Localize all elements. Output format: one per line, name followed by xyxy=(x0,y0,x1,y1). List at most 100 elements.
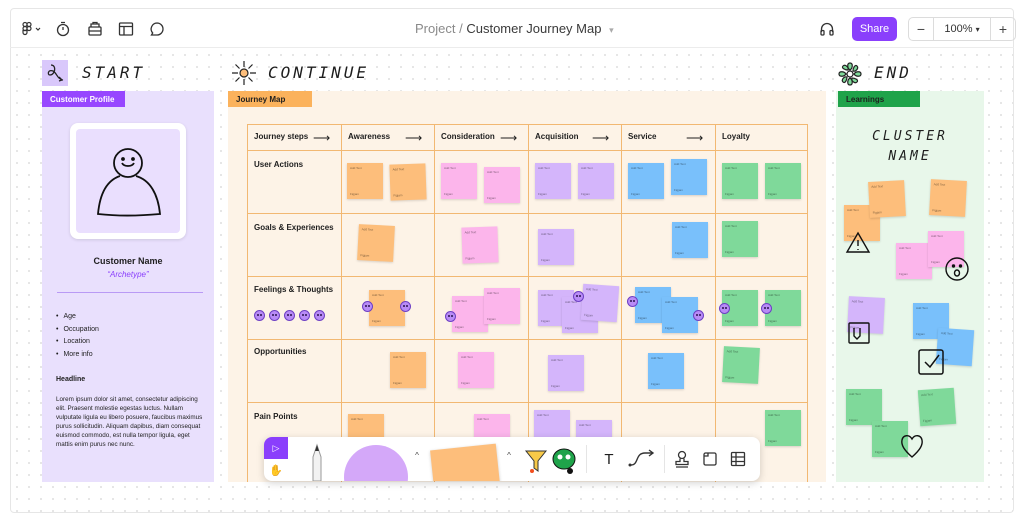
shape-tool-icon[interactable] xyxy=(344,445,408,481)
sticky-note[interactable]: Add Text Figjam xyxy=(578,163,614,199)
sticky-footer: Figjam xyxy=(768,192,778,196)
sticky-note[interactable]: Add Text Figjam xyxy=(357,224,395,262)
emoji-sticker[interactable] xyxy=(284,310,295,321)
headphones-icon[interactable] xyxy=(818,20,836,38)
library-icon[interactable] xyxy=(86,20,104,38)
sticky-note[interactable]: Add Text Figjam xyxy=(672,222,708,258)
table-tool-icon[interactable] xyxy=(726,447,750,471)
avatar xyxy=(76,129,180,233)
sticky-text: Add Text xyxy=(851,299,864,304)
grid-line xyxy=(247,213,808,214)
emoji-sticker[interactable] xyxy=(400,301,411,312)
grid-line xyxy=(434,124,435,482)
widget-tool-icon[interactable] xyxy=(550,445,578,475)
sticky-note[interactable]: Add Text Figjam xyxy=(484,288,520,324)
sticky-note[interactable]: Add Text Figjam xyxy=(461,226,499,264)
sticky-text: Add Text xyxy=(675,225,687,229)
select-tool-icon[interactable]: ▷ xyxy=(264,437,288,459)
grid-line xyxy=(247,276,808,277)
sticky-text: Add Text xyxy=(725,293,737,297)
journey-map-tag: Journey Map xyxy=(228,91,312,107)
sticky-text: Add Text xyxy=(920,392,933,398)
emoji-sticker[interactable] xyxy=(254,310,265,321)
sticky-note[interactable]: Add Text Figjam xyxy=(722,346,760,384)
sticky-note[interactable]: Add Text Figjam xyxy=(846,389,882,425)
row-header-feelings: Feelings & Thoughts xyxy=(254,285,334,294)
sticky-note[interactable]: Add Text Figjam xyxy=(917,387,957,427)
stamp-tool-icon[interactable] xyxy=(524,447,548,477)
share-button[interactable]: Share xyxy=(852,17,897,41)
text-tool-icon[interactable]: T xyxy=(594,447,624,471)
shape-chevron-up-icon[interactable]: ^ xyxy=(412,449,422,461)
sticky-note[interactable]: Add Text Figjam xyxy=(535,163,571,199)
layout-icon[interactable] xyxy=(117,20,135,38)
sticky-note[interactable]: Add Text Figjam xyxy=(628,163,664,199)
sticky-note[interactable]: Add Text Figjam xyxy=(929,179,967,217)
sticky-text: Add Text xyxy=(933,182,946,187)
emoji-sticker[interactable] xyxy=(761,303,772,314)
column-header-awareness: Awareness xyxy=(348,132,391,141)
sticky-note[interactable]: Add Text Figjam xyxy=(580,283,620,323)
stamp-icon[interactable] xyxy=(670,447,694,471)
sticky-text: Add Text xyxy=(444,166,456,170)
column-header-loyalty: Loyalty xyxy=(722,132,751,141)
file-title[interactable]: Customer Journey Map xyxy=(466,21,601,36)
profile-attribute: Age xyxy=(56,311,99,324)
sticky-note[interactable]: Add Text Figjam xyxy=(765,410,801,446)
sticky-note[interactable]: Add Text Figjam xyxy=(538,229,574,265)
title-chevron-down-icon[interactable]: ▾ xyxy=(609,25,614,35)
sticky-footer: Figjam xyxy=(541,319,551,323)
sticky-footer: Figjam xyxy=(725,375,735,380)
sticky-tool-icon[interactable] xyxy=(430,443,500,481)
emoji-sticker[interactable] xyxy=(627,296,638,307)
sticky-footer: Figjam xyxy=(455,325,465,329)
pen-tool-icon[interactable] xyxy=(302,443,332,481)
sticky-chevron-up-icon[interactable]: ^ xyxy=(504,449,514,461)
emoji-sticker[interactable] xyxy=(362,301,373,312)
emoji-sticker[interactable] xyxy=(299,310,310,321)
sticky-text: Add Text xyxy=(393,355,405,359)
hand-tool-icon[interactable]: ✋ xyxy=(264,459,288,481)
section-tool-icon[interactable] xyxy=(698,447,722,471)
emoji-sticker[interactable] xyxy=(693,310,704,321)
sticky-note[interactable]: Add Text Figjam xyxy=(868,180,906,218)
profile-avatar-card[interactable] xyxy=(70,123,186,239)
sticky-note[interactable]: Add Text Figjam xyxy=(458,352,494,388)
sticky-note[interactable]: Add Text Figjam xyxy=(765,163,801,199)
comment-icon[interactable] xyxy=(148,20,166,38)
sticky-note[interactable]: Add Text Figjam xyxy=(896,243,932,279)
sticky-note[interactable]: Add Text Figjam xyxy=(441,163,477,199)
sticky-note[interactable]: Add Text Figjam xyxy=(671,159,707,195)
sticky-note[interactable]: Add Text Figjam xyxy=(452,296,488,332)
emoji-sticker[interactable] xyxy=(445,311,456,322)
emoji-sticker[interactable] xyxy=(573,291,584,302)
sticky-note[interactable]: Add Text Figjam xyxy=(389,163,427,201)
timer-icon[interactable] xyxy=(54,20,72,38)
emoji-sticker[interactable] xyxy=(269,310,280,321)
sticky-note[interactable]: Add Text Figjam xyxy=(722,221,758,257)
sticky-note[interactable]: Add Text Figjam xyxy=(390,352,426,388)
emoji-sticker[interactable] xyxy=(314,310,325,321)
sticky-note[interactable]: Add Text Figjam xyxy=(484,167,520,203)
sticky-text: Add Text xyxy=(725,166,737,170)
text-tool-label: T xyxy=(604,450,614,468)
sticky-footer: Figjam xyxy=(551,384,561,388)
sticky-note[interactable]: Add Text Figjam xyxy=(548,355,584,391)
row-header-user-actions: User Actions xyxy=(254,160,304,169)
sticky-text: Add Text xyxy=(847,208,859,212)
figma-menu-icon[interactable] xyxy=(20,20,46,38)
connector-tool-icon[interactable] xyxy=(626,447,660,471)
phase-end-title: END xyxy=(874,63,912,82)
zoom-level-dropdown[interactable]: 100% ▾ xyxy=(933,18,991,40)
customer-archetype: “Archetype” xyxy=(107,270,149,279)
breadcrumb-project[interactable]: Project xyxy=(415,21,455,36)
sticky-text: Add Text xyxy=(541,232,553,236)
emoji-sticker[interactable] xyxy=(719,303,730,314)
sticky-note[interactable]: Add Text Figjam xyxy=(648,353,684,389)
profile-divider xyxy=(57,292,203,293)
breadcrumb: Project / Customer Journey Map ▾ xyxy=(415,21,614,36)
sticky-note[interactable]: Add Text Figjam xyxy=(722,163,758,199)
sticky-note[interactable]: Add Text Figjam xyxy=(347,163,383,199)
zoom-in-button[interactable]: + xyxy=(991,21,1015,37)
zoom-out-button[interactable]: − xyxy=(909,21,933,37)
